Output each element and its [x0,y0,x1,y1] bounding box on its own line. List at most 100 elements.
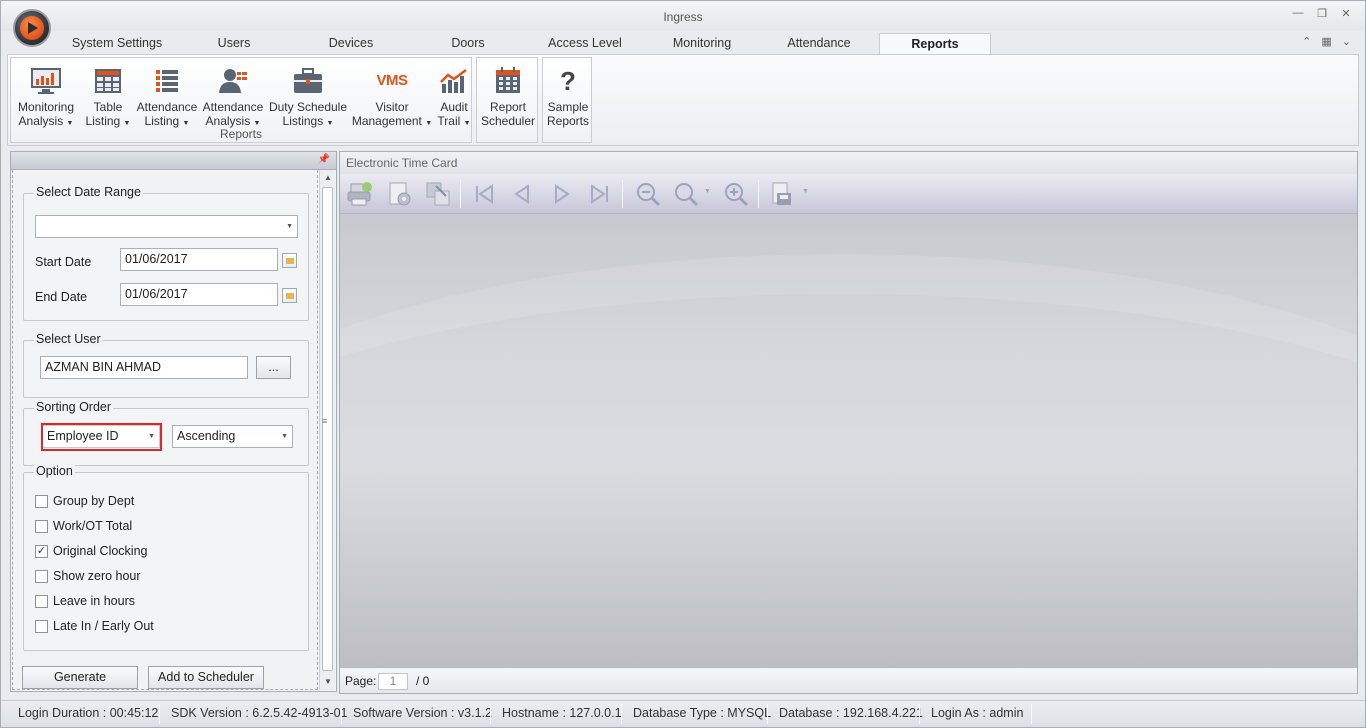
scheduler-group: Report Scheduler [476,57,538,143]
tab-access-level[interactable]: Access Level [535,33,635,55]
sort-order-value: Ascending [177,429,236,443]
generate-button[interactable]: Generate [22,666,138,689]
chevron-down-icon[interactable]: ▼ [802,188,809,195]
checkbox[interactable] [35,570,48,583]
export-icon[interactable] [424,180,452,208]
tab-attendance[interactable]: Attendance [773,33,865,55]
next-page-icon[interactable] [548,180,576,208]
toolbar-separator [622,180,623,208]
restore-icon[interactable]: ❐ [1315,7,1329,20]
dropdown-arrow-icon: ▼ [66,120,74,127]
collapse-ribbon-icon[interactable]: ⌃ [1302,35,1311,48]
visitor-management-button[interactable]: VMS Visitor Management ▼ [351,60,433,131]
vertical-scrollbar[interactable]: ▲ ≡ ▼ [319,170,335,690]
scroll-thumb[interactable] [322,187,333,671]
table-listing-label-2-text: Listing [85,114,121,128]
zoom-out-icon[interactable] [634,180,662,208]
calendar-picker-icon[interactable] [282,253,297,268]
user-input[interactable]: AZMAN BIN AHMAD [40,356,248,379]
checkbox[interactable] [35,620,48,633]
table-listing-button[interactable]: Table Listing ▼ [81,60,135,131]
attendance-listing-button[interactable]: Attendance Listing ▼ [135,60,199,131]
date-range-select[interactable]: ▼ [35,215,298,238]
dropdown-arrow-icon: ▼ [425,120,433,127]
app-window: Ingress — ❐ ✕ System Settings Users Devi… [0,0,1366,728]
pin-icon[interactable]: 📌 [318,154,330,165]
status-bar: Login Duration : 00:45:12 SDK Version : … [1,700,1365,727]
tab-monitoring[interactable]: Monitoring [657,33,747,55]
monitoring-analysis-button[interactable]: Monitoring Analysis ▼ [15,60,77,131]
background-swoosh [340,254,1357,669]
print-icon[interactable] [346,180,374,208]
attendance-analysis-button[interactable]: Attendance Analysis ▼ [201,60,265,131]
scroll-down-icon[interactable]: ▼ [320,674,336,690]
audit-trail-button[interactable]: Audit Trail ▼ [435,60,473,131]
scroll-up-icon[interactable]: ▲ [320,170,336,186]
browse-user-button[interactable]: ... [256,356,291,379]
report-scheduler-label-2: Scheduler [480,114,536,128]
option-group: Option Group by Dept Work/OT Total ✓ Ori… [23,464,309,651]
report-footer: Page: 1 / 0 [340,667,1357,693]
tab-system-settings[interactable]: System Settings [59,33,175,55]
layout-icon[interactable]: ▦ [1321,35,1331,48]
help-chevron-icon[interactable]: ⌄ [1342,35,1351,48]
add-to-scheduler-button[interactable]: Add to Scheduler [148,666,264,689]
duty-schedule-listings-button[interactable]: Duty Schedule Listings ▼ [267,60,349,131]
option-label: Original Clocking [53,544,148,558]
report-scheduler-label-1: Report [489,100,527,114]
start-date-input[interactable]: 01/06/2017 [120,248,278,271]
minimize-icon[interactable]: — [1291,7,1305,20]
zoom-in-icon[interactable] [722,180,750,208]
previous-page-icon[interactable] [508,180,536,208]
sort-order-select[interactable]: Ascending ▼ [172,425,293,448]
report-canvas [340,214,1357,669]
window-title: Ingress [663,10,703,24]
highlight-box [41,423,162,451]
tab-doors[interactable]: Doors [429,33,507,55]
duty-schedule-label-2-text: Listings [282,114,324,128]
date-range-title: Select Date Range [34,185,143,199]
vms-icon: VMS [376,72,408,89]
zoom-icon[interactable] [672,180,700,208]
title-bar: Ingress — ❐ ✕ [1,1,1365,31]
dropdown-arrow-icon: ▼ [123,120,131,127]
start-date-label: Start Date [35,255,92,269]
option-label: Late In / Early Out [53,619,154,633]
duty-schedule-label-1: Duty Schedule [268,100,348,114]
sample-reports-label-2: Reports [546,114,590,128]
close-icon[interactable]: ✕ [1339,7,1353,20]
monitoring-analysis-label-2-text: Analysis [18,114,64,128]
chevron-down-icon[interactable]: ▼ [704,188,711,195]
ribbon-right-controls: ⌃ ▦ ⌄ [1302,35,1351,48]
checkbox-checked[interactable]: ✓ [35,545,48,558]
last-page-icon[interactable] [586,180,614,208]
sorting-order-title: Sorting Order [34,400,114,414]
table-icon [95,69,121,93]
end-date-label: End Date [35,290,88,304]
first-page-icon[interactable] [470,180,498,208]
status-database-type: Database Type : MYSQL [633,706,772,720]
sample-reports-button[interactable]: ? Sample Reports [544,60,592,128]
app-menu-button[interactable] [13,9,51,47]
monitor-chart-icon [31,68,61,94]
sorting-order-group: Sorting Order Employee ID ▼ Ascending ▼ [23,400,309,466]
calendar-picker-icon[interactable] [282,288,297,303]
checkbox[interactable] [35,495,48,508]
option-label: Work/OT Total [53,519,133,533]
status-separator [490,704,491,724]
report-scheduler-button[interactable]: Report Scheduler [479,60,537,128]
attendance-analysis-label-1: Attendance [202,100,264,114]
checkbox[interactable] [35,595,48,608]
page-number-input[interactable]: 1 [378,673,408,690]
end-date-input[interactable]: 01/06/2017 [120,283,278,306]
tab-devices[interactable]: Devices [309,33,393,55]
dropdown-arrow-icon: ▼ [326,120,334,127]
tab-reports[interactable]: Reports [879,33,991,55]
page-setup-icon[interactable] [386,180,414,208]
checkbox[interactable] [35,520,48,533]
report-toolbar: ▼ ▼ [340,174,1357,214]
select-user-title: Select User [34,332,103,346]
dropdown-arrow-icon: ▼ [182,120,190,127]
tab-users[interactable]: Users [193,33,275,55]
save-icon[interactable] [768,180,796,208]
